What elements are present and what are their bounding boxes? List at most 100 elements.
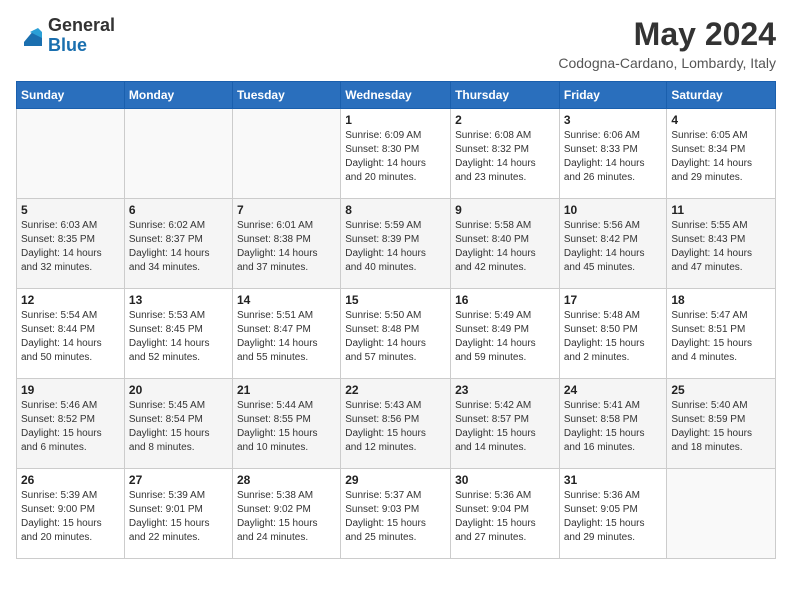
calendar-cell: 2Sunrise: 6:08 AM Sunset: 8:32 PM Daylig… [451, 109, 560, 199]
week-row-3: 12 Sunrise: 5:54 AM Sunset: 8:44 PM Dayli… [17, 289, 776, 379]
weekday-header-friday: Friday [559, 82, 667, 109]
day-info: Sunrise: 5:40 AM Sunset: 8:59 PM Dayligh… [671, 399, 771, 455]
day-info: Sunrise: 5:37 AM Sunset: 9:03 PM Dayligh… [345, 489, 446, 545]
day-number: 2 [455, 113, 555, 127]
calendar-cell: 19Sunrise: 5:46 AM Sunset: 8:52 PM Dayli… [17, 379, 125, 469]
day-info: Sunrise: 5:49 AM Sunset: 8:49 PM Dayligh… [455, 309, 555, 365]
day-number: 23 [455, 383, 555, 397]
calendar-cell [17, 109, 125, 199]
week-row-1: 1 Sunrise: 6:09 AM Sunset: 8:30 PM Daylig… [17, 109, 776, 199]
week-row-5: 26 Sunrise: 5:39 AM Sunset: 9:00 PM Dayli… [17, 469, 776, 559]
day-info: Sunrise: 5:36 AM Sunset: 9:05 PM Dayligh… [564, 489, 663, 545]
logo-icon [16, 22, 44, 50]
calendar-cell: 25 Sunrise: 5:40 AM Sunset: 8:59 PM Dayli… [667, 379, 776, 469]
day-info: Sunrise: 5:53 AM Sunset: 8:45 PM Dayligh… [129, 309, 228, 365]
day-number: 5 [21, 203, 120, 217]
calendar-cell: 9 Sunrise: 5:58 AM Sunset: 8:40 PM Daylig… [451, 199, 560, 289]
calendar-cell: 4 Sunrise: 6:05 AM Sunset: 8:34 PM Daylig… [667, 109, 776, 199]
day-number: 22 [345, 383, 446, 397]
logo: General Blue [16, 16, 115, 56]
day-info: Sunrise: 5:43 AM Sunset: 8:56 PM Dayligh… [345, 399, 446, 455]
day-info: Sunrise: 6:09 AM Sunset: 8:30 PM Dayligh… [345, 129, 446, 185]
calendar-cell: 11 Sunrise: 5:55 AM Sunset: 8:43 PM Dayli… [667, 199, 776, 289]
calendar-table: SundayMondayTuesdayWednesdayThursdayFrid… [16, 81, 776, 559]
weekday-header-row: SundayMondayTuesdayWednesdayThursdayFrid… [17, 82, 776, 109]
weekday-header-saturday: Saturday [667, 82, 776, 109]
calendar-cell: 16 Sunrise: 5:49 AM Sunset: 8:49 PM Dayli… [451, 289, 560, 379]
calendar-cell: 8 Sunrise: 5:59 AM Sunset: 8:39 PM Daylig… [341, 199, 451, 289]
weekday-header-thursday: Thursday [451, 82, 560, 109]
day-number: 15 [345, 293, 446, 307]
day-info: Sunrise: 6:06 AM Sunset: 8:33 PM Dayligh… [564, 129, 663, 185]
calendar-cell: 27Sunrise: 5:39 AM Sunset: 9:01 PM Dayli… [124, 469, 232, 559]
day-info: Sunrise: 5:55 AM Sunset: 8:43 PM Dayligh… [671, 219, 771, 275]
day-number: 21 [237, 383, 336, 397]
day-info: Sunrise: 5:38 AM Sunset: 9:02 PM Dayligh… [237, 489, 336, 545]
week-row-4: 19Sunrise: 5:46 AM Sunset: 8:52 PM Dayli… [17, 379, 776, 469]
day-info: Sunrise: 5:59 AM Sunset: 8:39 PM Dayligh… [345, 219, 446, 275]
day-number: 30 [455, 473, 555, 487]
day-info: Sunrise: 5:36 AM Sunset: 9:04 PM Dayligh… [455, 489, 555, 545]
logo-text: General Blue [48, 16, 115, 56]
day-number: 14 [237, 293, 336, 307]
month-year: May 2024 [558, 16, 776, 53]
weekday-header-sunday: Sunday [17, 82, 125, 109]
calendar-cell: 3 Sunrise: 6:06 AM Sunset: 8:33 PM Daylig… [559, 109, 667, 199]
logo-general: General [48, 16, 115, 36]
day-number: 18 [671, 293, 771, 307]
calendar-cell: 12 Sunrise: 5:54 AM Sunset: 8:44 PM Dayli… [17, 289, 125, 379]
calendar-cell [667, 469, 776, 559]
calendar-cell: 18 Sunrise: 5:47 AM Sunset: 8:51 PM Dayli… [667, 289, 776, 379]
day-number: 26 [21, 473, 120, 487]
day-number: 7 [237, 203, 336, 217]
day-info: Sunrise: 5:39 AM Sunset: 9:00 PM Dayligh… [21, 489, 120, 545]
day-number: 24 [564, 383, 663, 397]
logo-blue: Blue [48, 36, 115, 56]
day-info: Sunrise: 5:41 AM Sunset: 8:58 PM Dayligh… [564, 399, 663, 455]
calendar-cell: 24 Sunrise: 5:41 AM Sunset: 8:58 PM Dayli… [559, 379, 667, 469]
day-info: Sunrise: 6:03 AM Sunset: 8:35 PM Dayligh… [21, 219, 120, 275]
day-number: 3 [564, 113, 663, 127]
location: Codogna-Cardano, Lombardy, Italy [558, 55, 776, 71]
weekday-header-monday: Monday [124, 82, 232, 109]
day-info: Sunrise: 6:05 AM Sunset: 8:34 PM Dayligh… [671, 129, 771, 185]
day-info: Sunrise: 5:45 AM Sunset: 8:54 PM Dayligh… [129, 399, 228, 455]
day-number: 10 [564, 203, 663, 217]
day-info: Sunrise: 5:47 AM Sunset: 8:51 PM Dayligh… [671, 309, 771, 365]
day-number: 28 [237, 473, 336, 487]
weekday-header-wednesday: Wednesday [341, 82, 451, 109]
day-number: 9 [455, 203, 555, 217]
calendar-cell: 15 Sunrise: 5:50 AM Sunset: 8:48 PM Dayli… [341, 289, 451, 379]
page-header: General Blue May 2024 Codogna-Cardano, L… [16, 16, 776, 71]
day-number: 29 [345, 473, 446, 487]
calendar-cell: 5 Sunrise: 6:03 AM Sunset: 8:35 PM Daylig… [17, 199, 125, 289]
calendar-cell: 30 Sunrise: 5:36 AM Sunset: 9:04 PM Dayli… [451, 469, 560, 559]
day-info: Sunrise: 6:02 AM Sunset: 8:37 PM Dayligh… [129, 219, 228, 275]
day-info: Sunrise: 5:54 AM Sunset: 8:44 PM Dayligh… [21, 309, 120, 365]
day-info: Sunrise: 5:46 AM Sunset: 8:52 PM Dayligh… [21, 399, 120, 455]
calendar-cell: 7 Sunrise: 6:01 AM Sunset: 8:38 PM Daylig… [232, 199, 340, 289]
day-info: Sunrise: 6:01 AM Sunset: 8:38 PM Dayligh… [237, 219, 336, 275]
calendar-cell: 21 Sunrise: 5:44 AM Sunset: 8:55 PM Dayli… [232, 379, 340, 469]
calendar-cell: 22 Sunrise: 5:43 AM Sunset: 8:56 PM Dayli… [341, 379, 451, 469]
weekday-header-tuesday: Tuesday [232, 82, 340, 109]
calendar-cell: 10Sunrise: 5:56 AM Sunset: 8:42 PM Dayli… [559, 199, 667, 289]
day-info: Sunrise: 5:51 AM Sunset: 8:47 PM Dayligh… [237, 309, 336, 365]
calendar-cell [232, 109, 340, 199]
calendar-cell: 13Sunrise: 5:53 AM Sunset: 8:45 PM Dayli… [124, 289, 232, 379]
calendar-cell: 17Sunrise: 5:48 AM Sunset: 8:50 PM Dayli… [559, 289, 667, 379]
day-info: Sunrise: 5:58 AM Sunset: 8:40 PM Dayligh… [455, 219, 555, 275]
calendar-cell: 23Sunrise: 5:42 AM Sunset: 8:57 PM Dayli… [451, 379, 560, 469]
day-number: 4 [671, 113, 771, 127]
day-number: 25 [671, 383, 771, 397]
calendar-cell: 1 Sunrise: 6:09 AM Sunset: 8:30 PM Daylig… [341, 109, 451, 199]
day-info: Sunrise: 5:50 AM Sunset: 8:48 PM Dayligh… [345, 309, 446, 365]
day-number: 11 [671, 203, 771, 217]
calendar-cell [124, 109, 232, 199]
day-number: 12 [21, 293, 120, 307]
day-info: Sunrise: 5:44 AM Sunset: 8:55 PM Dayligh… [237, 399, 336, 455]
day-number: 16 [455, 293, 555, 307]
day-number: 1 [345, 113, 446, 127]
day-number: 8 [345, 203, 446, 217]
day-number: 6 [129, 203, 228, 217]
